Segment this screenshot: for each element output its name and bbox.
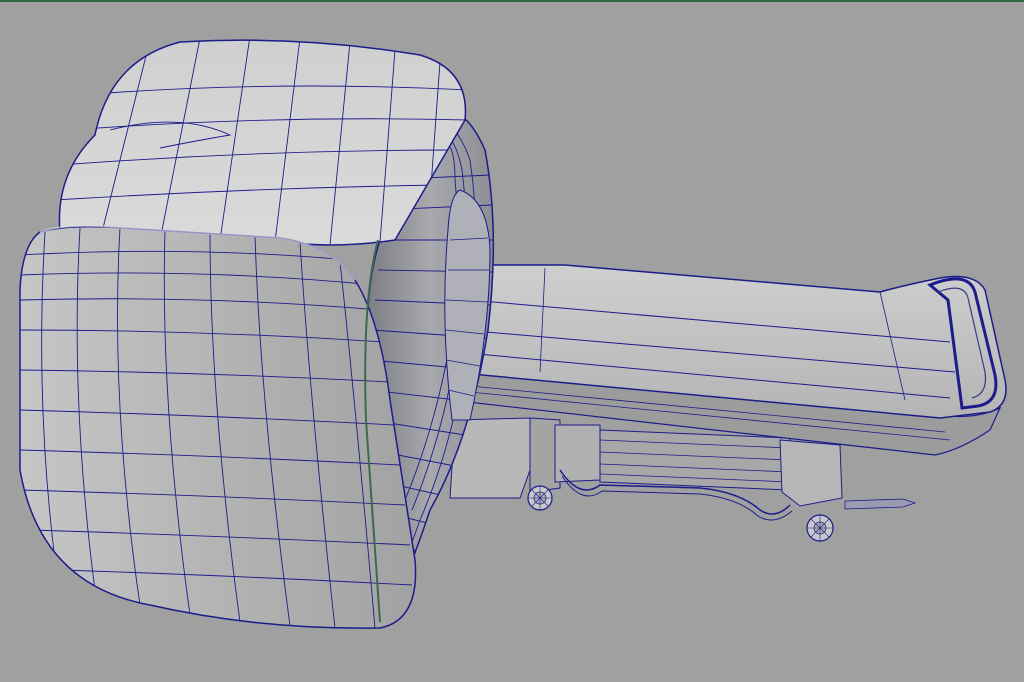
viewport-3d[interactable] bbox=[0, 0, 1024, 682]
table-wheel-front bbox=[527, 485, 553, 511]
gantry-front-cover bbox=[19, 224, 417, 629]
gantry-top-cover bbox=[58, 39, 467, 246]
gantry[interactable] bbox=[19, 36, 495, 629]
patient-table[interactable] bbox=[448, 264, 1007, 542]
model-mri-scanner[interactable] bbox=[0, 0, 1024, 682]
table-wheel-rear bbox=[806, 514, 834, 542]
